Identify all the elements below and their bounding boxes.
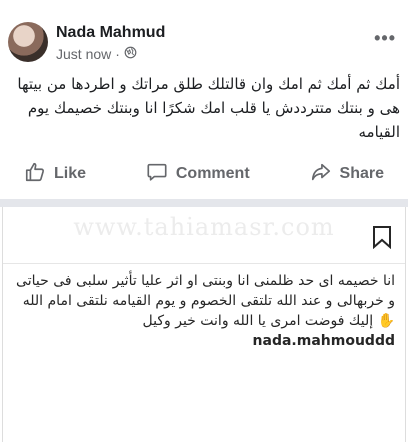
caption-text: انا خصيمه اى حد ظلمنى انا وبنتى او اثر ع…: [16, 273, 395, 309]
post-meta: Just now ·: [56, 46, 137, 62]
globe-icon: [124, 46, 137, 62]
comment-bubble-icon: [146, 161, 168, 188]
post-caption: انا خصيمه اى حد ظلمنى انا وبنتى او اثر ع…: [11, 271, 395, 351]
bookmark-icon[interactable]: [371, 225, 393, 250]
meta-separator: ·: [115, 46, 120, 62]
watermark: www.tahiamasr.com: [73, 213, 335, 241]
caption-username[interactable]: nada.mahmouddd: [253, 333, 395, 349]
raised-hand-emoji: ✋: [377, 313, 395, 329]
comment-label: Comment: [175, 165, 250, 182]
post-action-bar: Like Comment Share: [0, 152, 408, 196]
card-separator: [3, 263, 405, 264]
more-options-icon[interactable]: •••: [374, 28, 396, 49]
share-arrow-icon: [310, 161, 332, 188]
like-label: Like: [54, 165, 87, 182]
author-name[interactable]: Nada Mahmud: [56, 24, 165, 42]
thumbs-up-icon: [24, 161, 46, 188]
post-timestamp[interactable]: Just now: [56, 46, 111, 62]
section-divider: [0, 199, 408, 207]
like-button[interactable]: Like: [24, 161, 86, 188]
share-label: Share: [339, 165, 384, 182]
facebook-post: Nada Mahmud Just now · ••• أمك ثم أمك ثم…: [0, 0, 408, 200]
post-text: أمك ثم أمك ثم امك وان قالتلك طلق مراتك و…: [17, 75, 400, 141]
author-avatar[interactable]: [8, 22, 48, 62]
comment-button[interactable]: Comment: [146, 161, 250, 188]
caption-ending: إليك فوضت امرى يا الله وانت خير وكيل: [142, 313, 374, 329]
share-button[interactable]: Share: [310, 161, 384, 188]
instagram-post-card: www.tahiamasr.com انا خصيمه اى حد ظلمنى …: [2, 207, 406, 442]
